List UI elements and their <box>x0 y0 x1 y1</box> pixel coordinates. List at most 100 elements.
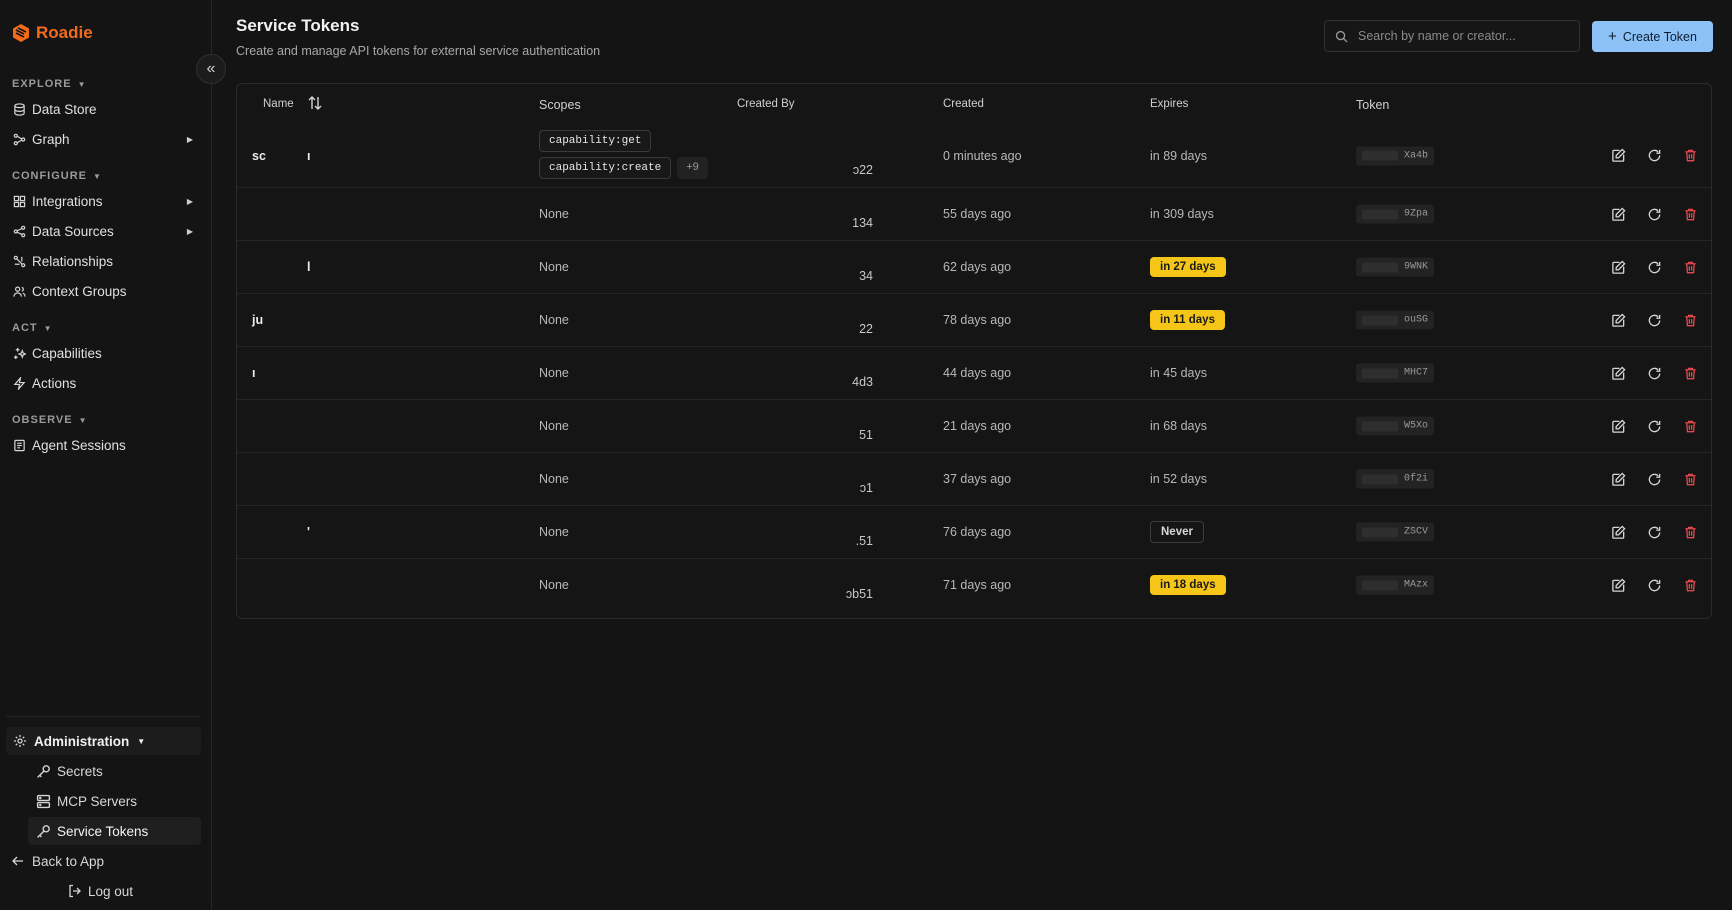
refresh-icon[interactable] <box>1643 415 1665 437</box>
edit-icon[interactable] <box>1607 203 1629 225</box>
refresh-icon[interactable] <box>1643 203 1665 225</box>
token-value: 9Zpa <box>1356 204 1435 224</box>
refresh-icon[interactable] <box>1643 309 1665 331</box>
users-icon <box>12 284 26 298</box>
edit-icon[interactable] <box>1607 521 1629 543</box>
sidebar-item-data-store[interactable]: Data Store <box>12 94 199 124</box>
token-value: Xa4b <box>1356 146 1435 165</box>
table-row[interactable]: ı None 4d3 44 days ago in 45 days MHC7 <box>237 346 1711 399</box>
sidebar-item-mcp-servers[interactable]: MCP Servers <box>28 787 201 815</box>
sidebar-item-actions[interactable]: Actions <box>12 368 199 398</box>
search-icon <box>1335 30 1348 43</box>
created-by: 22 <box>859 322 873 336</box>
sidebar-item-context-groups[interactable]: Context Groups <box>12 276 199 306</box>
key-icon <box>35 823 51 839</box>
refresh-icon[interactable] <box>1643 256 1665 278</box>
trash-icon[interactable] <box>1679 468 1701 490</box>
trash-icon[interactable] <box>1679 574 1701 596</box>
sort-icon[interactable] <box>307 95 323 114</box>
table-row[interactable]: l None 34 62 days ago in 27 days 9WNK <box>237 240 1711 293</box>
table-row[interactable]: sc ı capability:get capability:create +9 ɔ… <box>237 124 1711 187</box>
token-mask <box>1362 209 1398 219</box>
created-by: ɔ1 <box>859 481 873 495</box>
row-actions <box>1607 256 1701 278</box>
refresh-icon[interactable] <box>1643 145 1665 167</box>
caret-down-icon: ▼ <box>137 736 146 746</box>
column-header-name[interactable]: Name <box>263 98 294 110</box>
sidebar-item-secrets[interactable]: Secrets <box>28 757 201 785</box>
expires-badge: in 89 days <box>1150 148 1207 163</box>
sidebar-item-integrations[interactable]: Integrations ▶ <box>12 186 199 216</box>
edit-icon[interactable] <box>1607 415 1629 437</box>
database-icon <box>12 102 26 116</box>
created-time: 0 minutes ago <box>943 148 1022 163</box>
back-to-app-link[interactable]: Back to App <box>6 847 201 875</box>
brand-name: Roadie <box>36 23 93 42</box>
collapse-sidebar-button[interactable]: « <box>196 54 226 84</box>
sidebar-item-data-sources[interactable]: Data Sources ▶ <box>12 216 199 246</box>
created-by: .51 <box>855 534 873 548</box>
sidebar-item-relationships[interactable]: Relationships <box>12 246 199 276</box>
table-row[interactable]: ju None 22 78 days ago in 11 days ouSG <box>237 293 1711 346</box>
edit-icon[interactable] <box>1607 362 1629 384</box>
more-scopes-badge[interactable]: +9 <box>677 157 708 179</box>
section-label-configure[interactable]: CONFIGURE ▼ <box>12 166 199 186</box>
table-row[interactable]: ' None .51 76 days ago Never ZSCV <box>237 505 1711 558</box>
edit-icon[interactable] <box>1607 256 1629 278</box>
sidebar-item-graph[interactable]: Graph ▶ <box>12 124 199 154</box>
logout-button[interactable]: Log out <box>6 877 201 905</box>
relationship-icon <box>12 254 26 268</box>
created-time: 76 days ago <box>943 525 1012 539</box>
edit-icon[interactable] <box>1607 145 1629 167</box>
trash-icon[interactable] <box>1679 145 1701 167</box>
refresh-icon[interactable] <box>1643 521 1665 543</box>
scopes-none: None <box>539 419 569 433</box>
expires-badge: in 309 days <box>1150 207 1214 221</box>
trash-icon[interactable] <box>1679 521 1701 543</box>
table-row[interactable]: None 134 55 days ago in 309 days 9Zpa <box>237 187 1711 240</box>
table-row[interactable]: None 51 21 days ago in 68 days W5Xo <box>237 399 1711 452</box>
expires-value: in 18 days <box>1150 575 1226 595</box>
row-actions <box>1607 415 1701 437</box>
table-body: sc ı capability:get capability:create +9 ɔ… <box>237 124 1711 611</box>
brand-logo[interactable]: Roadie <box>12 0 199 66</box>
section-label-observe[interactable]: OBSERVE ▼ <box>12 410 199 430</box>
trash-icon[interactable] <box>1679 309 1701 331</box>
refresh-icon[interactable] <box>1643 468 1665 490</box>
section-label-explore[interactable]: EXPLORE ▼ <box>12 74 199 94</box>
trash-icon[interactable] <box>1679 256 1701 278</box>
row-actions <box>1607 203 1701 225</box>
refresh-icon[interactable] <box>1643 574 1665 596</box>
token-value: MHC7 <box>1356 363 1435 383</box>
token-pill: MAzx <box>1356 575 1435 595</box>
refresh-icon[interactable] <box>1643 362 1665 384</box>
token-suffix: 9Zpa <box>1404 208 1429 220</box>
trash-icon[interactable] <box>1679 415 1701 437</box>
edit-icon[interactable] <box>1607 574 1629 596</box>
expires-value: in 11 days <box>1150 310 1225 330</box>
scopes-none: None <box>539 313 569 327</box>
token-name: ı <box>252 366 256 380</box>
sidebar-item-agent-sessions[interactable]: Agent Sessions <box>12 430 199 460</box>
nav-sections: EXPLORE ▼ Data Store Graph ▶ CONFIGURE ▼ I… <box>12 74 199 460</box>
created-time: 62 days ago <box>943 260 1012 274</box>
scopes-none: None <box>539 207 569 221</box>
trash-icon[interactable] <box>1679 362 1701 384</box>
table-row[interactable]: None ɔb51 71 days ago in 18 days MAzx <box>237 558 1711 611</box>
expires-badge: in 11 days <box>1150 310 1225 330</box>
edit-icon[interactable] <box>1607 468 1629 490</box>
search-input[interactable] <box>1358 29 1558 43</box>
create-token-button[interactable]: + Create Token <box>1592 21 1713 52</box>
table-row[interactable]: None ɔ1 37 days ago in 52 days 0f2i <box>237 452 1711 505</box>
created-by: 134 <box>852 216 873 230</box>
token-suffix: ouSG <box>1404 314 1429 326</box>
sidebar-item-administration[interactable]: Administration ▼ <box>6 727 201 755</box>
edit-icon[interactable] <box>1607 309 1629 331</box>
trash-icon[interactable] <box>1679 203 1701 225</box>
expires-value: in 52 days <box>1150 472 1207 486</box>
sidebar-item-capabilities[interactable]: Capabilities <box>12 338 199 368</box>
sidebar-item-service-tokens[interactable]: Service Tokens <box>28 817 201 845</box>
page-title: Service Tokens <box>236 16 360 35</box>
section-label-act[interactable]: ACT ▼ <box>12 318 199 338</box>
token-suffix: 9WNK <box>1404 261 1429 273</box>
